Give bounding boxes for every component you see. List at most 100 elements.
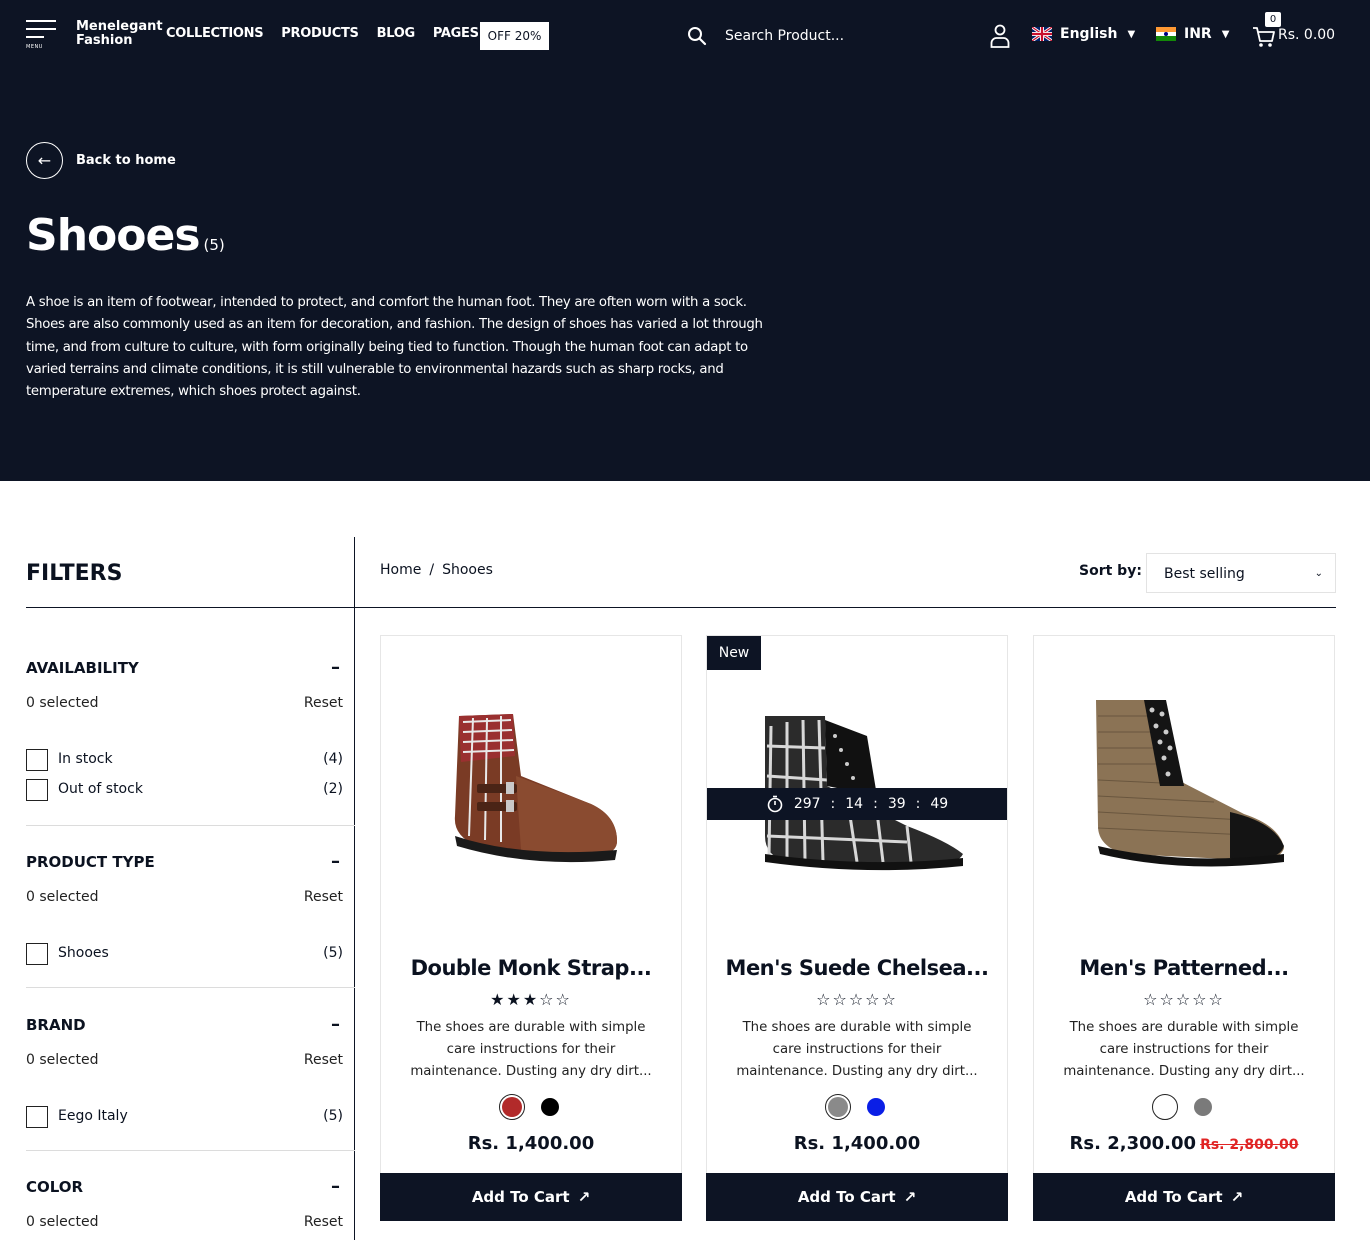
product-name[interactable]: Double Monk Strap... — [381, 956, 681, 980]
divider — [26, 607, 355, 608]
swatch-blue[interactable] — [863, 1094, 889, 1120]
filter-option-count: (5) — [323, 1108, 343, 1124]
filter-option-in-stock[interactable]: In stock (4) — [26, 749, 355, 773]
product-image[interactable] — [1034, 636, 1334, 936]
india-flag-icon — [1156, 27, 1176, 42]
chevron-down-icon: ⌄ — [1314, 568, 1323, 579]
new-badge: New — [707, 636, 761, 670]
cart-icon — [1253, 27, 1275, 47]
arrow-up-right-icon: ↗ — [903, 1188, 917, 1206]
checkbox[interactable] — [26, 1106, 48, 1128]
swatch-grey[interactable] — [1190, 1094, 1216, 1120]
reset-link[interactable]: Reset — [304, 889, 343, 905]
arrow-up-right-icon: ↗ — [1230, 1188, 1244, 1206]
reset-link[interactable]: Reset — [304, 695, 343, 711]
swatch-black[interactable] — [537, 1094, 563, 1120]
product-name[interactable]: Men's Patterned... — [1034, 956, 1334, 980]
timer-seconds: 49 — [930, 796, 949, 812]
price-compare: Rs. 2,800.00 — [1200, 1137, 1299, 1153]
selected-count: 0 selected — [26, 695, 99, 711]
filter-option-label: Eego Italy — [58, 1108, 128, 1124]
swatch-grey[interactable] — [825, 1094, 851, 1120]
filters-sidebar: FILTERS AVAILABILITY – 0 selected Reset … — [26, 537, 355, 1240]
cart-count-badge: 0 — [1265, 12, 1281, 27]
breadcrumb-home[interactable]: Home — [380, 562, 421, 578]
collapse-icon[interactable]: – — [331, 657, 340, 678]
back-to-home-label: Back to home — [76, 153, 176, 168]
nav-blog[interactable]: BLOG — [377, 26, 416, 41]
menu-icon[interactable]: MENU — [26, 20, 56, 50]
product-price: Rs. 1,400.00 — [707, 1133, 1007, 1154]
nav-pages[interactable]: PAGES — [433, 26, 479, 41]
add-to-cart-button[interactable]: Add To Cart ↗ — [706, 1173, 1008, 1221]
swatch-red[interactable] — [499, 1094, 525, 1120]
filter-group-title[interactable]: PRODUCT TYPE — [26, 853, 155, 871]
hero-section: MENU Menelegant Fashion COLLECTIONS PROD… — [0, 0, 1370, 481]
nav-collections[interactable]: COLLECTIONS — [166, 26, 264, 41]
product-name[interactable]: Men's Suede Chelsea... — [707, 956, 1007, 980]
filters-title: FILTERS — [26, 561, 123, 586]
add-to-cart-button[interactable]: Add To Cart ↗ — [1033, 1173, 1335, 1221]
swatch-white[interactable] — [1152, 1094, 1178, 1120]
collapse-icon[interactable]: – — [331, 1176, 340, 1197]
sort-select[interactable]: Best selling ⌄ — [1146, 553, 1336, 593]
product-description: The shoes are durable with simple care i… — [410, 1020, 652, 1079]
cart-total: Rs. 0.00 — [1278, 27, 1336, 43]
timer-separator: : — [873, 796, 878, 812]
language-selector[interactable]: English ▼ — [1032, 26, 1135, 42]
reset-link[interactable]: Reset — [304, 1214, 343, 1230]
timer-separator: : — [915, 796, 921, 812]
logo[interactable]: Menelegant Fashion — [76, 20, 166, 48]
add-to-cart-label: Add To Cart — [797, 1188, 896, 1206]
arrow-left-icon: ← — [26, 142, 63, 179]
product-description: The shoes are durable with simple care i… — [1063, 1020, 1305, 1079]
currency-selector[interactable]: INR ▼ — [1156, 26, 1229, 42]
product-card[interactable]: Men's Patterned... ☆☆☆☆☆ The shoes are d… — [1033, 635, 1335, 1221]
filter-option-shooes[interactable]: Shooes (5) — [26, 943, 355, 967]
filter-group-title[interactable]: BRAND — [26, 1016, 86, 1034]
search-icon[interactable] — [687, 26, 707, 46]
timer-days: 297 — [793, 796, 821, 812]
chevron-down-icon: ▼ — [1221, 28, 1230, 40]
star-rating: ☆☆☆☆☆ — [1143, 990, 1225, 1009]
user-icon[interactable] — [989, 24, 1011, 48]
divider — [355, 607, 1336, 608]
star-rating: ☆☆☆☆☆ — [816, 990, 898, 1009]
arrow-up-right-icon: ↗ — [577, 1188, 591, 1206]
selected-count: 0 selected — [26, 889, 99, 905]
nav-products[interactable]: PRODUCTS — [281, 26, 359, 41]
product-card[interactable]: New 297 : 14 : 39 : 49 Men's Suede Chels… — [706, 635, 1008, 1221]
uk-flag-icon — [1032, 27, 1052, 41]
filter-group-title[interactable]: AVAILABILITY — [26, 659, 139, 677]
countdown-timer: 297 : 14 : 39 : 49 — [707, 788, 1007, 820]
filter-option-out-of-stock[interactable]: Out of stock (2) — [26, 779, 355, 803]
divider — [26, 987, 355, 988]
promo-badge[interactable]: OFF 20% — [480, 22, 549, 50]
product-count: (5) — [203, 236, 225, 254]
product-price: Rs. 2,300.00 Rs. 2,800.00 — [1034, 1133, 1334, 1154]
checkbox[interactable] — [26, 943, 48, 965]
product-image[interactable] — [707, 636, 1007, 936]
product-card[interactable]: Double Monk Strap... ★★★☆☆ The shoes are… — [380, 635, 682, 1221]
boot-image — [454, 714, 617, 863]
chevron-down-icon: ▼ — [1127, 28, 1136, 40]
filter-option-label: Out of stock — [58, 781, 143, 797]
cart-button[interactable]: 0 Rs. 0.00 — [1252, 12, 1342, 52]
filter-option-eego-italy[interactable]: Eego Italy (5) — [26, 1106, 355, 1130]
add-to-cart-button[interactable]: Add To Cart ↗ — [380, 1173, 682, 1221]
checkbox[interactable] — [26, 749, 48, 771]
page-title-text: Shooes — [26, 210, 201, 261]
reset-link[interactable]: Reset — [304, 1052, 343, 1068]
product-image[interactable] — [381, 636, 681, 936]
color-swatches — [707, 1094, 1007, 1120]
search-input[interactable] — [717, 22, 917, 50]
collapse-icon[interactable]: – — [331, 851, 340, 872]
price-current: Rs. 1,400.00 — [467, 1133, 595, 1154]
collapse-icon[interactable]: – — [331, 1014, 340, 1035]
filter-group-title[interactable]: COLOR — [26, 1178, 83, 1196]
selected-count: 0 selected — [26, 1052, 99, 1068]
back-to-home-link[interactable]: ← Back to home — [26, 142, 176, 179]
stopwatch-icon — [767, 795, 783, 813]
color-swatches — [1034, 1094, 1334, 1120]
checkbox[interactable] — [26, 779, 48, 801]
